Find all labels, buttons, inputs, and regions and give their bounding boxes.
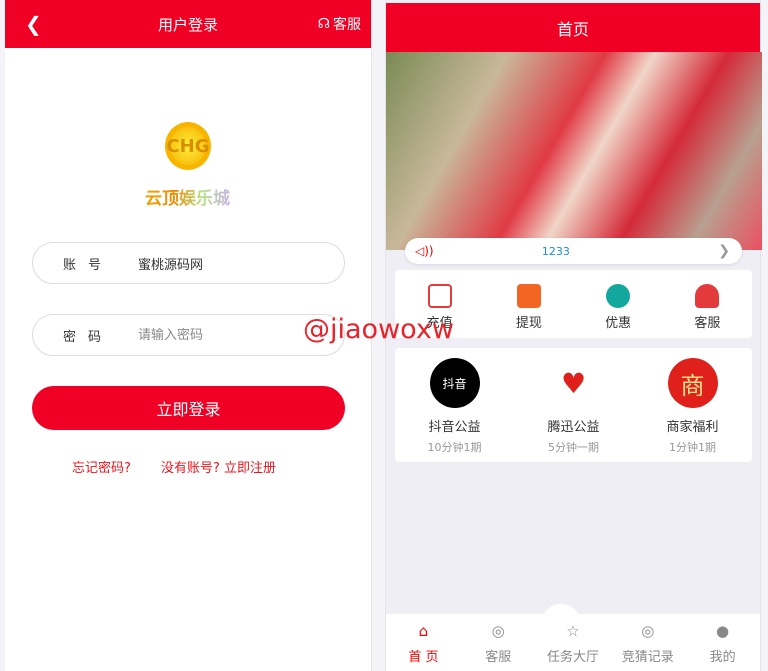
back-icon[interactable]: ❮ — [25, 12, 42, 36]
account-field[interactable]: 账号 — [32, 242, 345, 284]
password-field[interactable]: 密码 — [32, 314, 345, 356]
home-header: 首页 — [386, 3, 760, 52]
login-button[interactable]: 立即登录 — [32, 386, 345, 430]
forgot-password-link[interactable]: 忘记密码? — [72, 457, 131, 476]
tab-tasks[interactable]: ☆ 任务大厅 — [536, 614, 611, 671]
agent-icon — [695, 284, 720, 308]
page-title: 首页 — [556, 19, 589, 39]
tab-mine[interactable]: ● 我的 — [685, 614, 760, 671]
user-icon: ● — [716, 622, 730, 640]
douyin-logo: 抖音 — [429, 358, 480, 408]
home-icon: ⌂ — [418, 622, 429, 640]
tab-bar: ⌂ 首 页 ◎ 客服 ☆ 任务大厅 ◎ 竞猜记录 ● 我的 — [386, 614, 760, 671]
page-title: 用户登录 — [157, 15, 218, 34]
star-icon: ☆ — [566, 622, 580, 640]
product-item[interactable]: 抖音 抖音公益 10分钟1期 — [395, 348, 514, 462]
menu-service[interactable]: 客服 — [663, 270, 752, 338]
banner-image[interactable] — [386, 52, 762, 250]
exchange-icon — [606, 284, 631, 308]
notice-bar[interactable]: ◁)) 1233 ❯ — [405, 238, 742, 264]
service-button[interactable]: ☊ 客服 — [318, 14, 361, 34]
password-input[interactable] — [138, 327, 318, 343]
card-icon — [427, 284, 452, 308]
brand-name: 云顶娱乐城 — [145, 184, 230, 209]
menu-withdraw[interactable]: 提现 — [484, 270, 573, 338]
login-header: ❮ 用户登录 ☊ 客服 — [5, 0, 371, 48]
tab-service[interactable]: ◎ 客服 — [461, 614, 536, 671]
trophy-icon: ◎ — [641, 622, 655, 640]
product-item[interactable]: 商商家福利 1分钟1期 — [633, 348, 752, 462]
product-list: 抖音 抖音公益 10分钟1期 ♥ 腾迅公益 5分钟一期 商商家福利 1分钟1期 — [395, 348, 752, 462]
register-link[interactable]: 没有账号? 立即注册 — [161, 457, 276, 476]
watermark: @jiaowoxw — [303, 314, 454, 345]
chevron-right-icon[interactable]: ❯ — [718, 243, 730, 259]
tab-home[interactable]: ⌂ 首 页 — [386, 614, 461, 671]
account-input[interactable] — [138, 255, 318, 271]
logo: CHG — [165, 122, 211, 170]
speaker-icon: ◁)) — [415, 244, 434, 258]
shop-logo: 商 — [667, 358, 718, 408]
menu-promo[interactable]: 优惠 — [574, 270, 663, 338]
heart-logo: ♥ — [560, 366, 587, 400]
product-item[interactable]: ♥ 腾迅公益 5分钟一期 — [514, 348, 633, 462]
trophy-icon: ◎ — [491, 622, 505, 640]
tab-records[interactable]: ◎ 竞猜记录 — [610, 614, 685, 671]
coins-icon — [516, 284, 541, 308]
headset-icon: ☊ — [317, 16, 330, 32]
